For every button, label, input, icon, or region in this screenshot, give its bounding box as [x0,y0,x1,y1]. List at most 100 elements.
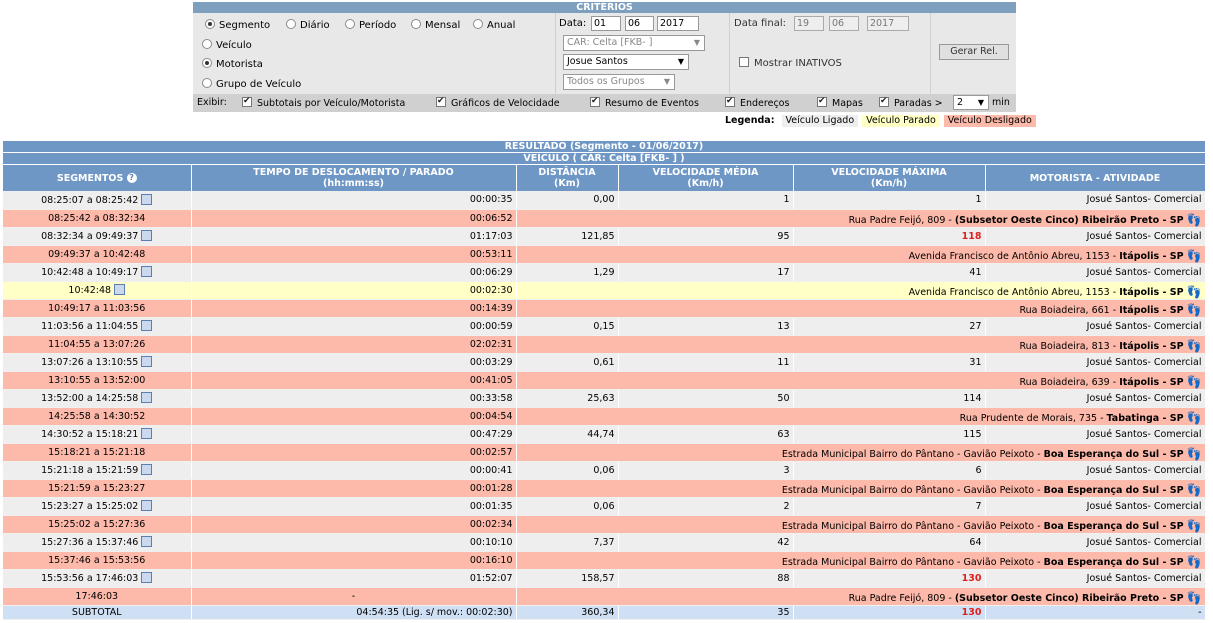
segment-cell: 17:46:03 [3,587,192,606]
mode-anual[interactable]: Anual [473,19,515,32]
radio-icon[interactable] [205,19,215,29]
subtotal-row: SUBTOTAL 04:54:35 (Lig. s/ mov.: 00:02:30… [3,605,1206,620]
vehicle-select[interactable]: CAR: Celta [FKB- ] ▼ [563,35,705,51]
avg-speed-cell: 11 [618,353,794,372]
map-icon[interactable] [141,428,153,439]
address-cell: Estrada Municipal Bairro do Pântano - Ga… [516,443,1206,462]
entity-motorista[interactable]: Motorista [202,58,263,71]
display-options-bar: Exibir: Subtotais por Veículo/Motorista … [193,94,1016,112]
max-speed-cell: 64 [793,533,986,552]
map-icon[interactable] [141,572,153,583]
help-icon[interactable]: ? [126,172,137,183]
checkbox[interactable] [590,95,600,107]
footprint-icon: 👣 [1186,212,1202,227]
time-cell: 00:41:05 [191,371,517,390]
map-icon[interactable] [141,320,153,331]
radio-icon[interactable] [202,58,212,68]
max-speed-cell: 41 [793,263,986,282]
max-speed-cell: 118 [793,227,986,246]
distance-cell: 7,37 [516,533,619,552]
checkbox[interactable] [725,95,735,107]
legend-parked: Veículo Parado [862,115,940,127]
group-select[interactable]: Todos os Grupos ▼ [563,74,675,90]
entity-grupo[interactable]: Grupo de Veículo [202,78,301,91]
entity-veiculo[interactable]: Veículo [202,39,252,52]
driver-cell: Josué Santos- Comercial [985,191,1206,210]
radio-icon[interactable] [411,19,421,29]
radio-icon[interactable] [202,39,212,49]
avg-speed-cell: 17 [618,263,794,282]
radio-icon[interactable] [202,78,212,88]
table-row: 15:18:21 a 15:21:18 00:02:57 Estrada Munic… [3,443,1206,462]
paradas-select[interactable]: 2 ▼ [953,95,989,110]
opt-graficos[interactable]: Gráficos de Velocidade [436,95,560,110]
map-icon[interactable] [141,500,153,511]
address-cell: Rua Prudente de Morais, 735 - Tabatinga … [516,407,1206,426]
opt-mapas[interactable]: Mapas [817,95,863,110]
segment-cell: 15:21:59 a 15:23:27 [3,479,192,498]
time-cell: 01:52:07 [191,569,517,588]
checkbox[interactable] [242,95,252,107]
time-cell: 00:02:34 [191,515,517,534]
map-icon[interactable] [141,193,153,205]
map-icon[interactable] [141,536,153,547]
generate-report-button[interactable]: Gerar Rel. [939,44,1009,60]
mode-mensal[interactable]: Mensal [411,19,460,32]
segment-cell: 15:37:46 a 15:53:56 [3,551,192,570]
col-distancia: DISTÂNCIA (Km) [516,165,619,191]
max-speed-cell: 1 [793,191,986,210]
driver-select[interactable]: Josue Santos ▼ [563,54,689,70]
final-year-input[interactable]: 2017 [867,16,909,31]
opt-enderecos[interactable]: Endereços [725,95,789,110]
checkbox[interactable] [817,95,827,107]
checkbox[interactable] [436,95,446,107]
radio-icon[interactable] [473,19,483,29]
segment-cell: 15:21:18 a 15:21:59 [3,461,192,480]
col-tempo: TEMPO DE DESLOCAMENTO / PARADO (hh:mm:ss) [191,165,517,191]
result-panel: RESULTADO (Segmento - 01/06/2017) VEÍCUL… [3,141,1206,620]
table-row: 08:32:34 a 09:49:37 01:17:03 121,85 95 118 Jo… [3,227,1206,246]
mode-diario[interactable]: Diário [286,19,330,32]
chevron-down-icon: ▼ [677,57,684,66]
mode-periodo[interactable]: Período [345,19,396,32]
min-label: min [992,97,1010,108]
mode-segmento[interactable]: Segmento [205,19,270,32]
opt-paradas[interactable]: Paradas > [879,95,943,110]
map-icon[interactable] [141,356,153,367]
radio-icon[interactable] [286,19,296,29]
final-month-input[interactable]: 06 [829,16,859,31]
map-icon[interactable] [141,230,153,241]
subtotal-driver: - [985,605,1206,620]
table-row: 08:25:42 a 08:32:34 00:06:52 Rua Padre Fei… [3,209,1206,228]
table-row: 15:25:02 a 15:27:36 00:02:34 Estrada Munic… [3,515,1206,534]
date-month-input[interactable]: 06 [625,16,654,31]
checkbox[interactable] [739,57,749,67]
date-day-input[interactable]: 01 [591,16,621,31]
criteria-panel: CRITÉRIOS Segmento Diário Período Mensal… [193,2,1016,112]
segment-cell: 08:32:34 a 09:49:37 [3,227,192,246]
segment-cell: 10:42:48 [3,281,192,300]
final-day-input[interactable]: 19 [794,16,824,31]
opt-subtotais[interactable]: Subtotais por Veículo/Motorista [242,95,405,110]
table-row: 14:25:58 a 14:30:52 00:04:54 Rua Prudente … [3,407,1206,426]
time-cell: 00:00:59 [191,317,517,336]
legend: Legenda: Veículo Ligado Veículo Parado Veí… [725,115,1036,127]
checkbox[interactable] [879,95,889,107]
segment-cell: 15:53:56 a 17:46:03 [3,569,192,588]
avg-speed-cell: 95 [618,227,794,246]
radio-icon[interactable] [345,19,355,29]
map-icon[interactable] [141,266,153,277]
map-icon[interactable] [114,284,126,295]
address-cell: Estrada Municipal Bairro do Pântano - Ga… [516,479,1206,498]
date-year-input[interactable]: 2017 [657,16,699,31]
show-inactive-option[interactable]: Mostrar INATIVOS [739,57,842,70]
avg-speed-cell: 13 [618,317,794,336]
subtotal-avg: 35 [618,605,794,620]
vehicle-title: VEÍCULO ( CAR: Celta [FKB- ] ) [3,153,1205,165]
max-speed-cell: 7 [793,497,986,516]
segment-cell: 15:27:36 a 15:37:46 [3,533,192,552]
table-row: 10:49:17 a 11:03:56 00:14:39 Rua Boiadeira… [3,299,1206,318]
map-icon[interactable] [141,464,153,475]
map-icon[interactable] [141,392,153,403]
opt-resumo[interactable]: Resumo de Eventos [590,95,699,110]
